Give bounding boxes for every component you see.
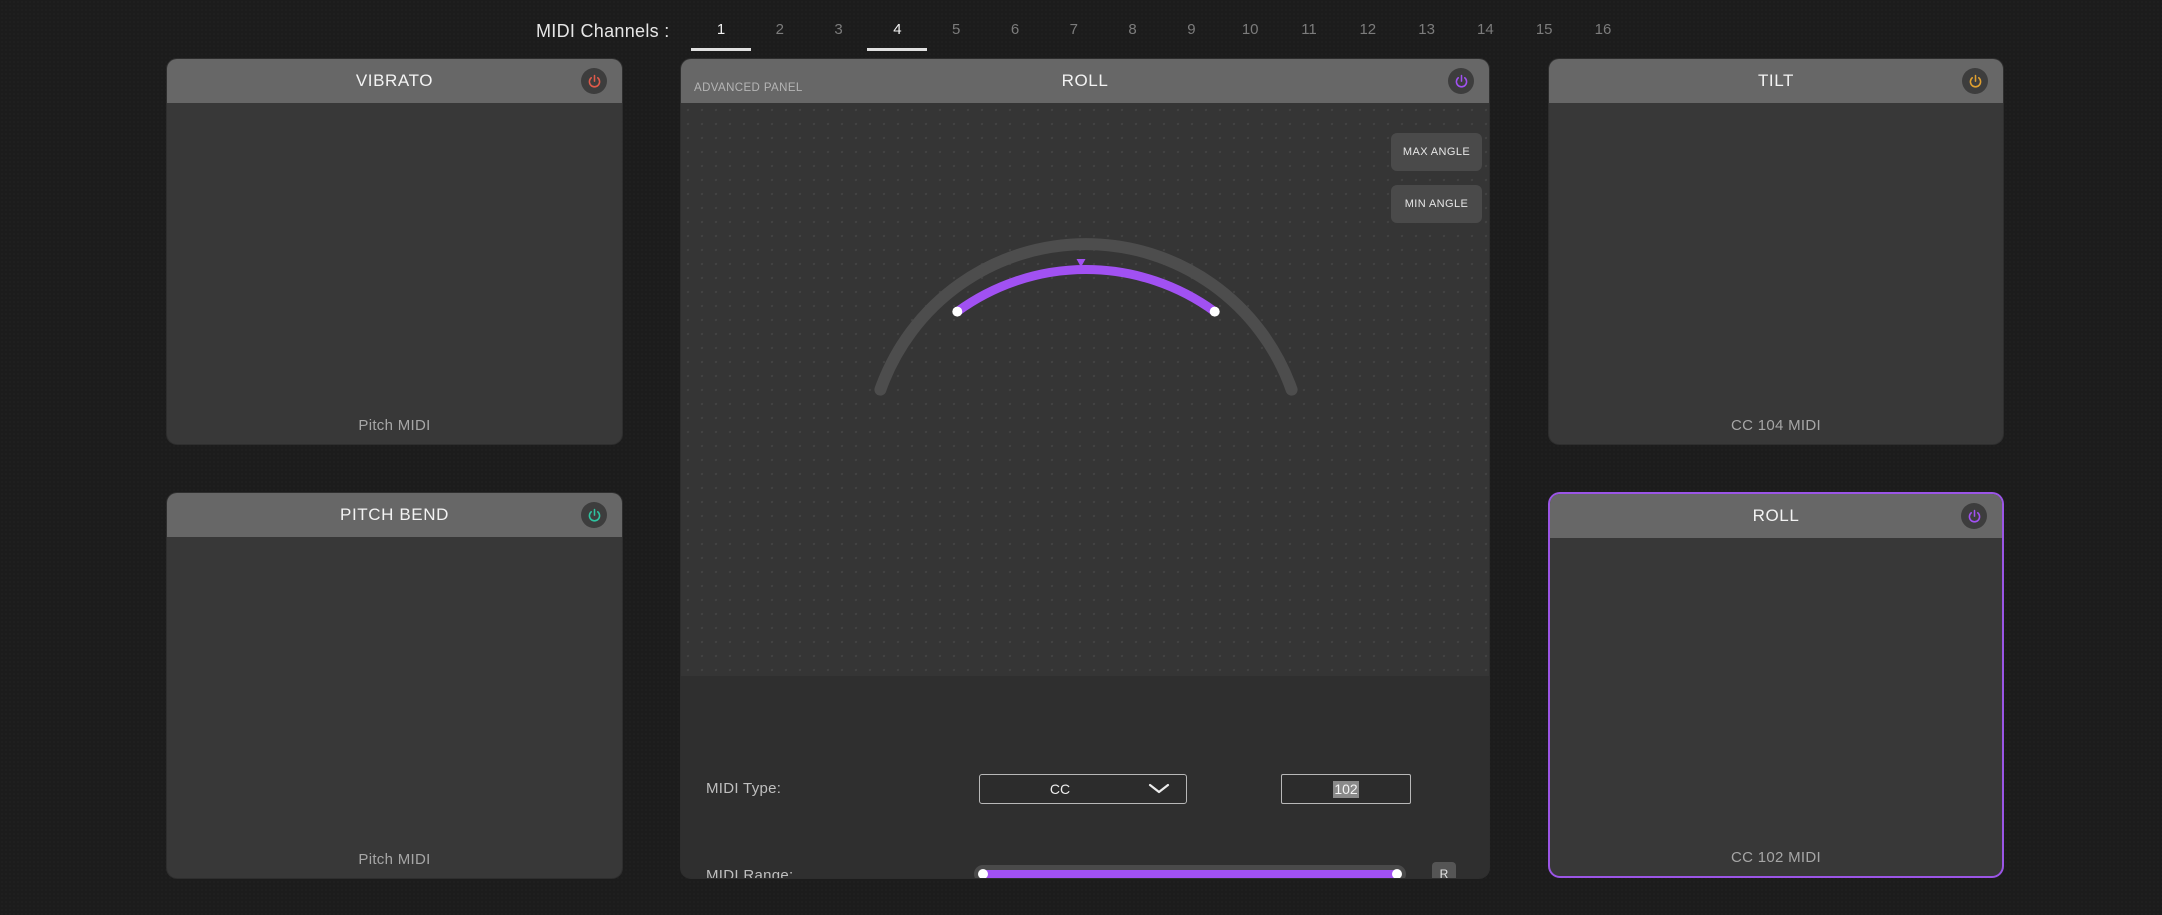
roll-title: ROLL (1752, 506, 1800, 525)
midi-range-min-handle[interactable] (978, 869, 988, 878)
tilt-panel[interactable]: TILT CC 104 MIDI (1549, 59, 2003, 444)
power-icon (1455, 74, 1467, 88)
advanced-panel: ADVANCED PANEL ROLL MAX ANGLE MIN ANGLE … (681, 59, 1489, 878)
midi-channel-2[interactable]: 2 (750, 21, 810, 38)
chevron-down-icon (1148, 783, 1170, 794)
midi-range-fill (983, 870, 1397, 878)
advanced-header: ADVANCED PANEL ROLL (681, 59, 1489, 103)
roll-angle-arc[interactable] (681, 103, 1489, 676)
midi-type-label: MIDI Type: (706, 780, 782, 797)
arc-max-handle[interactable] (1209, 306, 1220, 317)
advanced-power-button[interactable] (1448, 68, 1474, 94)
midi-channel-11[interactable]: 11 (1279, 21, 1339, 38)
cc-number-input[interactable]: 102 (1281, 774, 1411, 804)
reset-range-button[interactable]: R (1432, 862, 1456, 878)
roll-header: ROLL (1550, 494, 2002, 538)
midi-channel-16[interactable]: 16 (1573, 21, 1633, 38)
midi-channel-12[interactable]: 12 (1338, 21, 1398, 38)
power-icon (1968, 509, 1980, 523)
midi-channel-13[interactable]: 13 (1397, 21, 1457, 38)
midi-channel-bar: MIDI Channels : 1 2 3 4 5 6 7 8 9 10 11 12 13 14 15 16 (0, 14, 2162, 54)
advanced-panel-title: ROLL (1061, 71, 1109, 90)
cc-number-value: 102 (1333, 780, 1359, 798)
arc-min-handle[interactable] (952, 306, 963, 317)
roll-panel[interactable]: ROLL CC 102 MIDI (1550, 494, 2002, 876)
arc-range-fill (952, 265, 1220, 317)
midi-range-max-handle[interactable] (1392, 869, 1402, 878)
pitch-bend-power-button[interactable] (581, 502, 607, 528)
pitch-bend-title: PITCH BEND (340, 505, 449, 524)
angle-canvas[interactable]: MAX ANGLE MIN ANGLE (681, 103, 1489, 676)
power-icon (588, 508, 600, 522)
midi-channel-4[interactable]: 4 (867, 21, 928, 51)
roll-power-button[interactable] (1961, 503, 1987, 529)
tilt-power-button[interactable] (1962, 68, 1988, 94)
midi-channel-10[interactable]: 10 (1220, 21, 1280, 38)
pitch-bend-panel[interactable]: PITCH BEND Pitch MIDI (167, 493, 622, 878)
midi-channel-8[interactable]: 8 (1103, 21, 1163, 38)
midi-channel-6[interactable]: 6 (985, 21, 1045, 38)
midi-channels-label: MIDI Channels : (536, 21, 670, 41)
pitch-bend-footer: Pitch MIDI (358, 851, 431, 868)
midi-settings: MIDI Type: CC 102 MIDI Range: R (681, 676, 1489, 878)
midi-type-dropdown[interactable]: CC (979, 774, 1187, 804)
midi-channel-5[interactable]: 5 (926, 21, 986, 38)
vibrato-panel[interactable]: VIBRATO Pitch MIDI (167, 59, 622, 444)
vibrato-power-button[interactable] (581, 68, 607, 94)
pitch-bend-header: PITCH BEND (167, 493, 622, 537)
tilt-header: TILT (1549, 59, 2003, 103)
vibrato-header: VIBRATO (167, 59, 622, 103)
midi-channel-9[interactable]: 9 (1161, 21, 1221, 38)
tilt-footer: CC 104 MIDI (1731, 417, 1821, 434)
power-icon (1969, 74, 1981, 88)
midi-range-label: MIDI Range: (706, 867, 794, 878)
vibrato-footer: Pitch MIDI (358, 417, 431, 434)
midi-channel-1[interactable]: 1 (691, 21, 751, 51)
midi-channel-7[interactable]: 7 (1044, 21, 1104, 38)
midi-range-slider[interactable] (974, 865, 1406, 878)
midi-channel-15[interactable]: 15 (1514, 21, 1574, 38)
midi-type-value: CC (1049, 781, 1071, 797)
roll-footer: CC 102 MIDI (1731, 849, 1821, 866)
vibrato-title: VIBRATO (355, 71, 434, 90)
tilt-title: TILT (1757, 71, 1795, 90)
midi-channel-3[interactable]: 3 (809, 21, 869, 38)
power-icon (588, 74, 600, 88)
midi-channel-14[interactable]: 14 (1455, 21, 1515, 38)
